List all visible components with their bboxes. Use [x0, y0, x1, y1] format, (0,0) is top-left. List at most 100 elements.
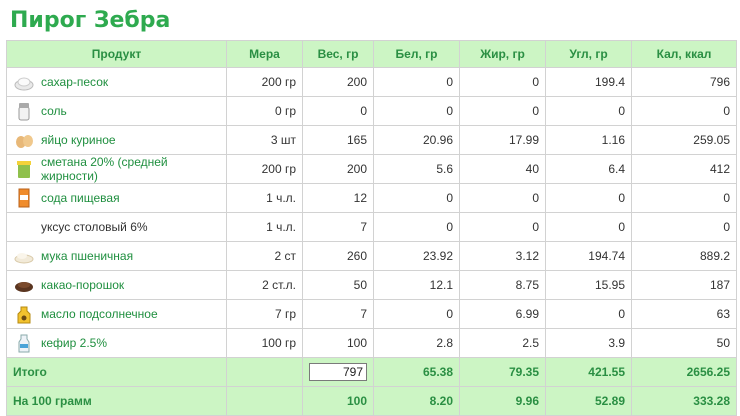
table-row: масло подсолнечное 7 гр 7 0 6.99 0 63: [6, 299, 737, 329]
weight-cell: 260: [302, 241, 374, 271]
carb-cell: 0: [545, 212, 632, 242]
kcal-cell: 796: [631, 67, 737, 97]
weight-cell: 7: [302, 299, 374, 329]
table-row: кефир 2.5% 100 гр 100 2.8 2.5 3.9 50: [6, 328, 737, 358]
product-cell: уксус столовый 6%: [6, 212, 227, 242]
fat-cell: 2.5: [459, 328, 546, 358]
per100-carb: 52.89: [545, 386, 632, 416]
kefir-icon: [13, 332, 35, 354]
measure-cell: 100 гр: [226, 328, 303, 358]
protein-cell: 12.1: [373, 270, 460, 300]
fat-cell: 3.12: [459, 241, 546, 271]
carb-cell: 194.74: [545, 241, 632, 271]
total-measure: [226, 357, 303, 387]
kcal-cell: 63: [631, 299, 737, 329]
measure-cell: 2 ст: [226, 241, 303, 271]
measure-cell: 1 ч.л.: [226, 212, 303, 242]
measure-cell: 7 гр: [226, 299, 303, 329]
per100-measure: [226, 386, 303, 416]
table-row: сметана 20% (средней жирности) 200 гр 200 5…: [6, 154, 737, 184]
product-cell: сахар-песок: [6, 67, 227, 97]
protein-cell: 23.92: [373, 241, 460, 271]
sunflower-oil-icon: [13, 303, 35, 325]
fat-cell: 40: [459, 154, 546, 184]
total-kcal: 2656.25: [631, 357, 737, 387]
table-row: соль 0 гр 0 0 0 0 0: [6, 96, 737, 126]
fat-cell: 0: [459, 183, 546, 213]
product-name[interactable]: мука пшеничная: [41, 249, 133, 263]
product-name[interactable]: сметана 20% (средней жирности): [41, 155, 220, 183]
col-header-kcal: Кал, ккал: [631, 40, 737, 68]
col-header-carb: Угл, гр: [545, 40, 632, 68]
protein-cell: 0: [373, 67, 460, 97]
per100-weight: 100: [302, 386, 374, 416]
weight-cell: 0: [302, 96, 374, 126]
empty-thumb: [13, 216, 35, 238]
carb-cell: 0: [545, 183, 632, 213]
kcal-cell: 0: [631, 212, 737, 242]
baking-soda-icon: [13, 187, 35, 209]
product-cell: соль: [6, 96, 227, 126]
kcal-cell: 412: [631, 154, 737, 184]
total-carb: 421.55: [545, 357, 632, 387]
product-name[interactable]: масло подсолнечное: [41, 307, 158, 321]
carb-cell: 0: [545, 96, 632, 126]
product-cell: мука пшеничная: [6, 241, 227, 271]
total-label: Итого: [6, 357, 227, 387]
protein-cell: 0: [373, 96, 460, 126]
product-name[interactable]: сода пищевая: [41, 191, 120, 205]
protein-cell: 0: [373, 299, 460, 329]
product-name: уксус столовый 6%: [41, 220, 148, 234]
weight-cell: 200: [302, 67, 374, 97]
total-weight-input[interactable]: [309, 363, 367, 381]
table-row: какао-порошок 2 ст.л. 50 12.1 8.75 15.95 187: [6, 270, 737, 300]
col-header-measure: Мера: [226, 40, 303, 68]
carb-cell: 1.16: [545, 125, 632, 155]
sour-cream-icon: [13, 158, 35, 180]
fat-cell: 0: [459, 67, 546, 97]
measure-cell: 200 гр: [226, 67, 303, 97]
per100-fat: 9.96: [459, 386, 546, 416]
measure-cell: 3 шт: [226, 125, 303, 155]
fat-cell: 17.99: [459, 125, 546, 155]
carb-cell: 3.9: [545, 328, 632, 358]
kcal-cell: 889.2: [631, 241, 737, 271]
product-cell: сода пищевая: [6, 183, 227, 213]
weight-cell: 50: [302, 270, 374, 300]
table-row: яйцо куриное 3 шт 165 20.96 17.99 1.16 259.05: [6, 125, 737, 155]
kcal-cell: 50: [631, 328, 737, 358]
measure-cell: 0 гр: [226, 96, 303, 126]
total-protein: 65.38: [373, 357, 460, 387]
page-title: Пирог Зебра: [10, 8, 171, 33]
weight-cell: 12: [302, 183, 374, 213]
product-cell: сметана 20% (средней жирности): [6, 154, 227, 184]
weight-cell: 100: [302, 328, 374, 358]
product-name[interactable]: кефир 2.5%: [41, 336, 107, 350]
measure-cell: 1 ч.л.: [226, 183, 303, 213]
protein-cell: 5.6: [373, 154, 460, 184]
col-header-protein: Бел, гр: [373, 40, 460, 68]
product-name[interactable]: яйцо куриное: [41, 133, 116, 147]
fat-cell: 0: [459, 96, 546, 126]
sugar-icon: [13, 71, 35, 93]
per100-kcal: 333.28: [631, 386, 737, 416]
weight-cell: 200: [302, 154, 374, 184]
product-cell: яйцо куриное: [6, 125, 227, 155]
ingredients-table: Продукт Мера Вес, гр Бел, гр Жир, гр Угл…: [6, 40, 737, 416]
egg-icon: [13, 129, 35, 151]
table-row: сода пищевая 1 ч.л. 12 0 0 0 0: [6, 183, 737, 213]
carb-cell: 6.4: [545, 154, 632, 184]
total-row: Итого 65.38 79.35 421.55 2656.25: [6, 357, 737, 387]
table-row: уксус столовый 6% 1 ч.л. 7 0 0 0 0: [6, 212, 737, 242]
product-name[interactable]: соль: [41, 104, 67, 118]
table-row: мука пшеничная 2 ст 260 23.92 3.12 194.74 889.…: [6, 241, 737, 271]
product-name[interactable]: сахар-песок: [41, 75, 108, 89]
kcal-cell: 0: [631, 96, 737, 126]
protein-cell: 2.8: [373, 328, 460, 358]
carb-cell: 199.4: [545, 67, 632, 97]
carb-cell: 0: [545, 299, 632, 329]
product-name[interactable]: какао-порошок: [41, 278, 124, 292]
table-row: сахар-песок 200 гр 200 0 0 199.4 796: [6, 67, 737, 97]
measure-cell: 200 гр: [226, 154, 303, 184]
col-header-product: Продукт: [6, 40, 227, 68]
